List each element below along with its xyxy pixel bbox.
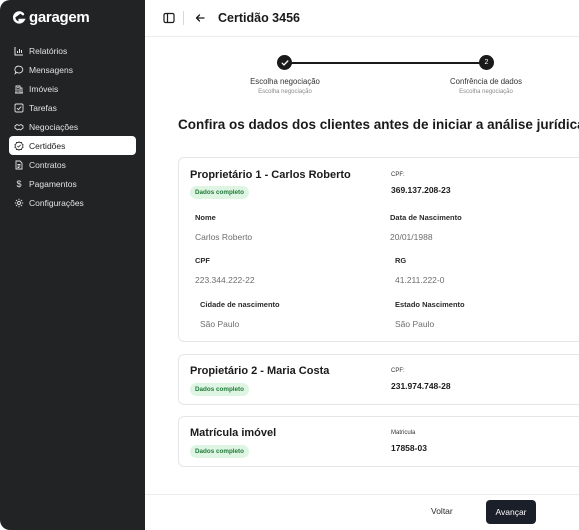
sidebar-item-label: Configurações xyxy=(29,197,84,208)
sidebar-item-certidoes[interactable]: Certidões xyxy=(9,136,136,155)
cpf-label: CPF: xyxy=(391,172,405,178)
step-2-sub: Escolha negociação xyxy=(459,89,513,95)
sidebar-item-label: Imóveis xyxy=(29,83,59,94)
step-2-label: Confrência de dados xyxy=(450,77,522,86)
field-label-cidade-nascimento: Cidade de nascimento xyxy=(200,300,280,309)
field-value-nome: Carlos Roberto xyxy=(195,232,253,242)
field-value-cpf: 223.344.222-22 xyxy=(195,275,255,285)
back-button[interactable]: Voltar xyxy=(431,506,453,516)
owner-card-2[interactable]: Propietário 2 - Maria Costa Dados comple… xyxy=(178,354,579,405)
checklist-icon xyxy=(14,103,24,113)
sidebar-item-pagamentos[interactable]: $ Pagamentos xyxy=(9,174,136,193)
status-badge: Dados completo xyxy=(190,445,249,458)
field-value-cidade-nascimento: São Paulo xyxy=(200,319,240,329)
field-label-data-nascimento: Data de Nascimento xyxy=(390,213,462,222)
sidebar-item-contratos[interactable]: Contratos xyxy=(9,155,136,174)
stepper: 2 Escolha negociação Escolha negociação … xyxy=(145,52,579,102)
card-title: Propietário 2 - Maria Costa xyxy=(190,365,330,377)
gear-icon xyxy=(14,198,24,208)
sidebar-item-label: Certidões xyxy=(29,140,66,151)
sidebar-item-imoveis[interactable]: Imóveis xyxy=(9,79,136,98)
sidebar-item-label: Relatórios xyxy=(29,45,68,56)
field-label-nome: Nome xyxy=(195,213,216,222)
step-1-sub: Escolha negociação xyxy=(258,89,312,95)
field-value-estado-nascimento: São Paulo xyxy=(395,319,435,329)
registration-label: Matricula xyxy=(391,430,416,436)
sidebar-item-negociacoes[interactable]: Negociações xyxy=(9,117,136,136)
card-title: Proprietário 1 - Carlos Roberto xyxy=(190,169,351,181)
badge-icon xyxy=(14,140,24,151)
dollar-icon: $ xyxy=(16,178,22,189)
cpf-value: 369.137.208-23 xyxy=(391,185,451,195)
bar-chart-icon xyxy=(14,46,24,56)
card-title: Matrícula imóvel xyxy=(190,427,277,439)
page-title: Certidão 3456 xyxy=(218,11,300,25)
field-label-estado-nascimento: Estado Nascimento xyxy=(395,300,465,309)
document-icon xyxy=(14,160,24,170)
field-value-rg: 41.211.222-0 xyxy=(395,275,445,285)
sidebar-toggle-icon[interactable] xyxy=(163,12,175,24)
logo-mark-icon xyxy=(13,10,26,24)
cpf-label: CPF: xyxy=(391,368,405,374)
property-registration-card[interactable]: Matrícula imóvel Dados completo Matricul… xyxy=(178,416,579,467)
sidebar-item-label: Contratos xyxy=(29,159,66,170)
sidebar-item-label: Tarefas xyxy=(29,102,57,113)
sidebar: garagem Relatórios Mensagens Imóveis Tar… xyxy=(0,0,145,530)
sidebar-item-configuracoes[interactable]: Configurações xyxy=(9,193,136,212)
owner-card-1: Proprietário 1 - Carlos Roberto Dados co… xyxy=(178,157,579,342)
main-content: Certidão 3456 2 Escolha negociação Escol… xyxy=(145,0,579,530)
field-label-rg: RG xyxy=(395,256,407,265)
sidebar-item-label: Pagamentos xyxy=(29,178,77,189)
brand-name: garagem xyxy=(29,9,90,26)
sidebar-item-tarefas[interactable]: Tarefas xyxy=(9,98,136,117)
sidebar-item-relatorios[interactable]: Relatórios xyxy=(9,41,136,60)
building-icon xyxy=(14,84,24,94)
sidebar-nav: Relatórios Mensagens Imóveis Tarefas Neg… xyxy=(9,41,136,212)
step-1-check-icon xyxy=(277,55,292,70)
brand-logo[interactable]: garagem xyxy=(12,9,90,26)
cpf-value: 231.974.748-28 xyxy=(391,381,451,391)
back-arrow-icon[interactable] xyxy=(194,12,206,24)
registration-value: 17858-03 xyxy=(391,443,427,453)
section-title: Confira os dados dos clientes antes de i… xyxy=(178,117,579,132)
stepper-line xyxy=(290,62,480,64)
topbar-divider xyxy=(183,11,184,25)
sidebar-item-label: Negociações xyxy=(29,121,79,132)
status-badge: Dados completo xyxy=(190,383,249,396)
sidebar-item-mensagens[interactable]: Mensagens xyxy=(9,60,136,79)
next-button[interactable]: Avançar xyxy=(486,500,536,524)
field-label-cpf: CPF xyxy=(195,256,210,265)
sidebar-item-label: Mensagens xyxy=(29,64,73,75)
footer-actions: Voltar Avançar xyxy=(145,494,579,530)
status-badge: Dados completo xyxy=(190,186,249,199)
step-1-label: Escolha negociação xyxy=(250,77,320,86)
handshake-icon xyxy=(14,122,24,132)
field-value-data-nascimento: 20/01/1988 xyxy=(390,232,433,242)
chat-bubble-icon xyxy=(14,65,24,75)
step-2-number: 2 xyxy=(479,55,494,70)
topbar: Certidão 3456 xyxy=(145,0,579,37)
